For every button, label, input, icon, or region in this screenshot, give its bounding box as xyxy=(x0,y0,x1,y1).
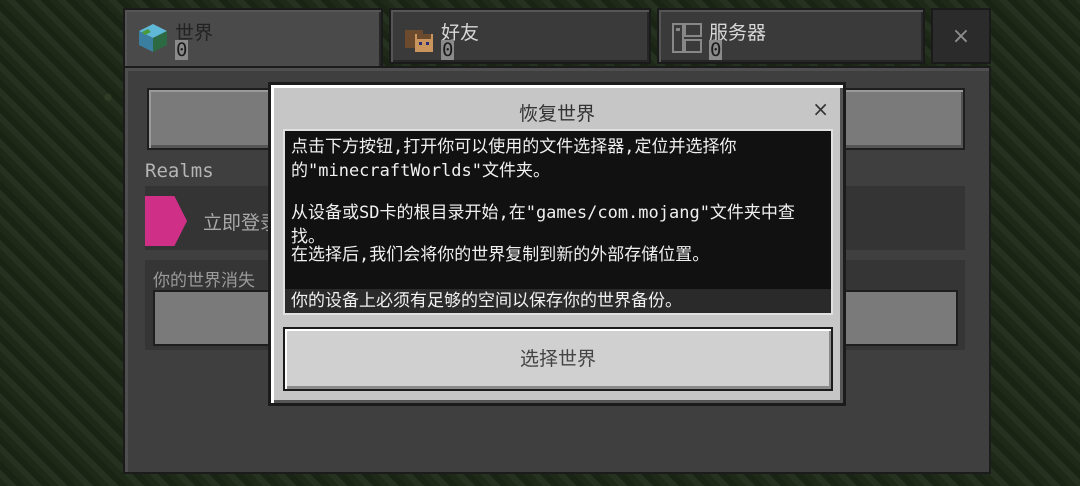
message-paragraph-2: 从设备或SD卡的根目录开始,在"games/com.mojang"文件夹中查找。 xyxy=(291,203,795,247)
message-paragraph-1: 点击下方按钮,打开你可以使用的文件选择器,定位并选择你的"minecraftWo… xyxy=(291,137,737,181)
server-icon xyxy=(672,23,702,53)
select-world-button[interactable]: 选择世界 xyxy=(283,327,833,391)
realms-heading: Realms xyxy=(145,160,214,182)
world-cube-icon xyxy=(139,24,167,52)
realms-badge-icon xyxy=(145,196,187,246)
message-box[interactable]: 点击下方按钮,打开你可以使用的文件选择器,定位并选择你的"minecraftWo… xyxy=(283,129,833,315)
message-paragraph-4: 你的设备上必须有足够的空间以保存你的世界备份。 xyxy=(285,289,831,313)
friends-icon xyxy=(405,30,433,52)
dialog-title: 恢复世界 xyxy=(518,103,595,125)
tab-friends[interactable]: 好友 0 xyxy=(389,8,651,64)
message-paragraph-3: 在选择后,我们会将你的世界复制到新的外部存储位置。 xyxy=(291,245,710,265)
close-screen-button[interactable]: × xyxy=(931,8,991,64)
tab-servers-count: 0 xyxy=(709,39,723,61)
tab-worlds-count: 0 xyxy=(175,39,189,61)
tab-worlds[interactable]: 世界 0 xyxy=(123,8,383,70)
close-icon[interactable]: × xyxy=(812,97,829,121)
tab-friends-count: 0 xyxy=(441,39,455,61)
lost-worlds-text: 你的世界消失 xyxy=(153,271,255,291)
restore-world-dialog: 恢复世界 × 点击下方按钮,打开你可以使用的文件选择器,定位并选择你的"mine… xyxy=(268,82,846,406)
tab-servers[interactable]: 服务器 0 xyxy=(657,8,925,64)
